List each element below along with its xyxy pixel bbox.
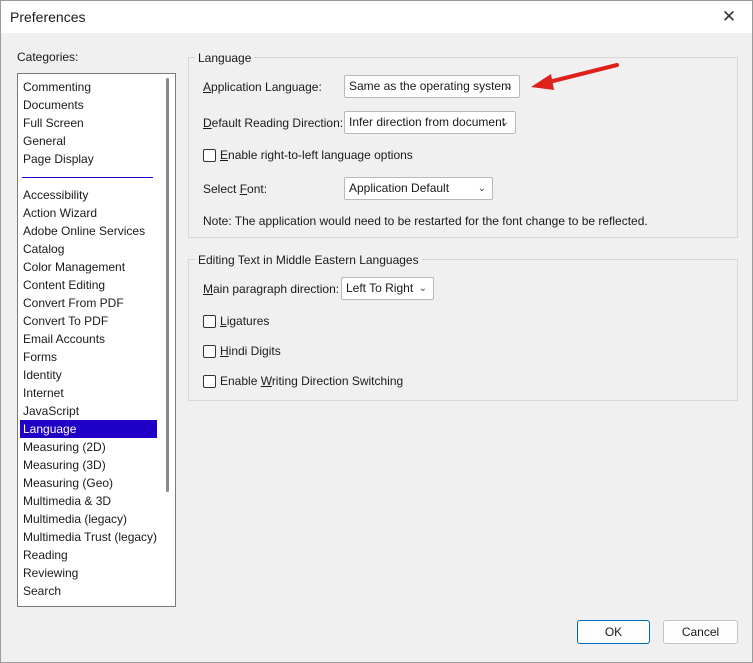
scrollbar-thumb[interactable]	[166, 78, 169, 492]
application-language-value: Same as the operating system	[349, 79, 512, 93]
font-restart-note: Note: The application would need to be r…	[203, 214, 648, 228]
reading-direction-value: Infer direction from document	[349, 115, 506, 129]
category-item[interactable]: Measuring (2D)	[20, 438, 157, 456]
ok-button-label: OK	[604, 625, 623, 639]
chevron-down-icon: ⌄	[504, 81, 513, 92]
writing-direction-checkbox-row[interactable]: Enable Writing Direction Switching	[203, 374, 423, 390]
category-item[interactable]: Forms	[20, 348, 157, 366]
category-item[interactable]: Accessibility	[20, 186, 157, 204]
category-separator	[22, 177, 153, 178]
category-item[interactable]: Content Editing	[20, 276, 157, 294]
writing-direction-checkbox[interactable]	[203, 375, 216, 388]
category-scrollbar[interactable]	[164, 76, 174, 604]
reading-direction-dropdown[interactable]: Infer direction from document ⌄	[344, 111, 516, 134]
select-font-label: Select Font:	[203, 182, 268, 196]
writing-direction-label: Enable Writing Direction Switching	[220, 374, 404, 388]
middle-eastern-group-title: Editing Text in Middle Eastern Languages	[195, 253, 422, 267]
category-item[interactable]: Email Accounts	[20, 330, 157, 348]
paragraph-direction-value: Left To Right	[346, 281, 414, 295]
hindi-digits-checkbox[interactable]	[203, 345, 216, 358]
paragraph-direction-dropdown[interactable]: Left To Right ⌄	[341, 277, 434, 300]
paragraph-direction-label: Main paragraph direction:	[203, 282, 340, 296]
category-item[interactable]: JavaScript	[20, 402, 157, 420]
category-item[interactable]: Multimedia & 3D	[20, 492, 157, 510]
select-font-dropdown[interactable]: Application Default ⌄	[344, 177, 493, 200]
category-item[interactable]: Multimedia (legacy)	[20, 510, 157, 528]
categories-label: Categories:	[17, 50, 79, 64]
category-item[interactable]: Measuring (Geo)	[20, 474, 157, 492]
chevron-down-icon: ⌄	[500, 117, 509, 128]
category-item[interactable]: Documents	[20, 96, 157, 114]
ligatures-label: Ligatures	[220, 314, 270, 328]
ligatures-checkbox[interactable]	[203, 315, 216, 328]
hindi-digits-label: Hindi Digits	[220, 344, 281, 358]
title-bar: Preferences ✕	[1, 1, 752, 33]
cancel-button[interactable]: Cancel	[663, 620, 738, 644]
category-item[interactable]: Catalog	[20, 240, 157, 258]
category-item[interactable]: Reviewing	[20, 564, 157, 582]
category-item[interactable]: Color Management	[20, 258, 157, 276]
chevron-down-icon: ⌄	[418, 283, 427, 294]
category-item[interactable]: Measuring (3D)	[20, 456, 157, 474]
application-language-dropdown[interactable]: Same as the operating system ⌄	[344, 75, 520, 98]
category-item[interactable]: Action Wizard	[20, 204, 157, 222]
close-button[interactable]: ✕	[706, 1, 752, 33]
rtl-options-checkbox-row[interactable]: Enable right-to-left language options	[203, 148, 443, 164]
category-item[interactable]: Convert From PDF	[20, 294, 157, 312]
category-item[interactable]: Internet	[20, 384, 157, 402]
category-item[interactable]: Full Screen	[20, 114, 157, 132]
application-language-label: Application Language:	[203, 80, 322, 94]
hindi-digits-checkbox-row[interactable]: Hindi Digits	[203, 344, 323, 360]
preferences-dialog: Preferences ✕ Categories: Commenting Docu…	[0, 0, 753, 663]
category-item[interactable]: Adobe Online Services	[20, 222, 157, 240]
rtl-options-checkbox[interactable]	[203, 149, 216, 162]
rtl-options-label: Enable right-to-left language options	[220, 148, 413, 162]
category-item[interactable]: General	[20, 132, 157, 150]
category-list[interactable]: Commenting Documents Full Screen General Pag…	[17, 73, 176, 607]
language-group-title: Language	[195, 51, 255, 65]
category-item[interactable]: Reading	[20, 546, 157, 564]
category-item[interactable]: Convert To PDF	[20, 312, 157, 330]
red-arrow-annotation	[531, 63, 619, 90]
category-item[interactable]: Language	[20, 420, 157, 438]
cancel-button-label: Cancel	[681, 625, 720, 639]
category-item[interactable]: Multimedia Trust (legacy)	[20, 528, 157, 546]
category-item[interactable]: Page Display	[20, 150, 157, 168]
chevron-down-icon: ⌄	[477, 183, 486, 194]
select-font-value: Application Default	[349, 181, 450, 195]
close-icon: ✕	[721, 7, 737, 26]
category-item[interactable]: Identity	[20, 366, 157, 384]
category-item[interactable]: Search	[20, 582, 157, 600]
ok-button[interactable]: OK	[577, 620, 650, 644]
window-title: Preferences	[10, 9, 86, 25]
reading-direction-label: Default Reading Direction:	[203, 116, 344, 130]
ligatures-checkbox-row[interactable]: Ligatures	[203, 314, 323, 330]
category-item[interactable]: Commenting	[20, 78, 157, 96]
